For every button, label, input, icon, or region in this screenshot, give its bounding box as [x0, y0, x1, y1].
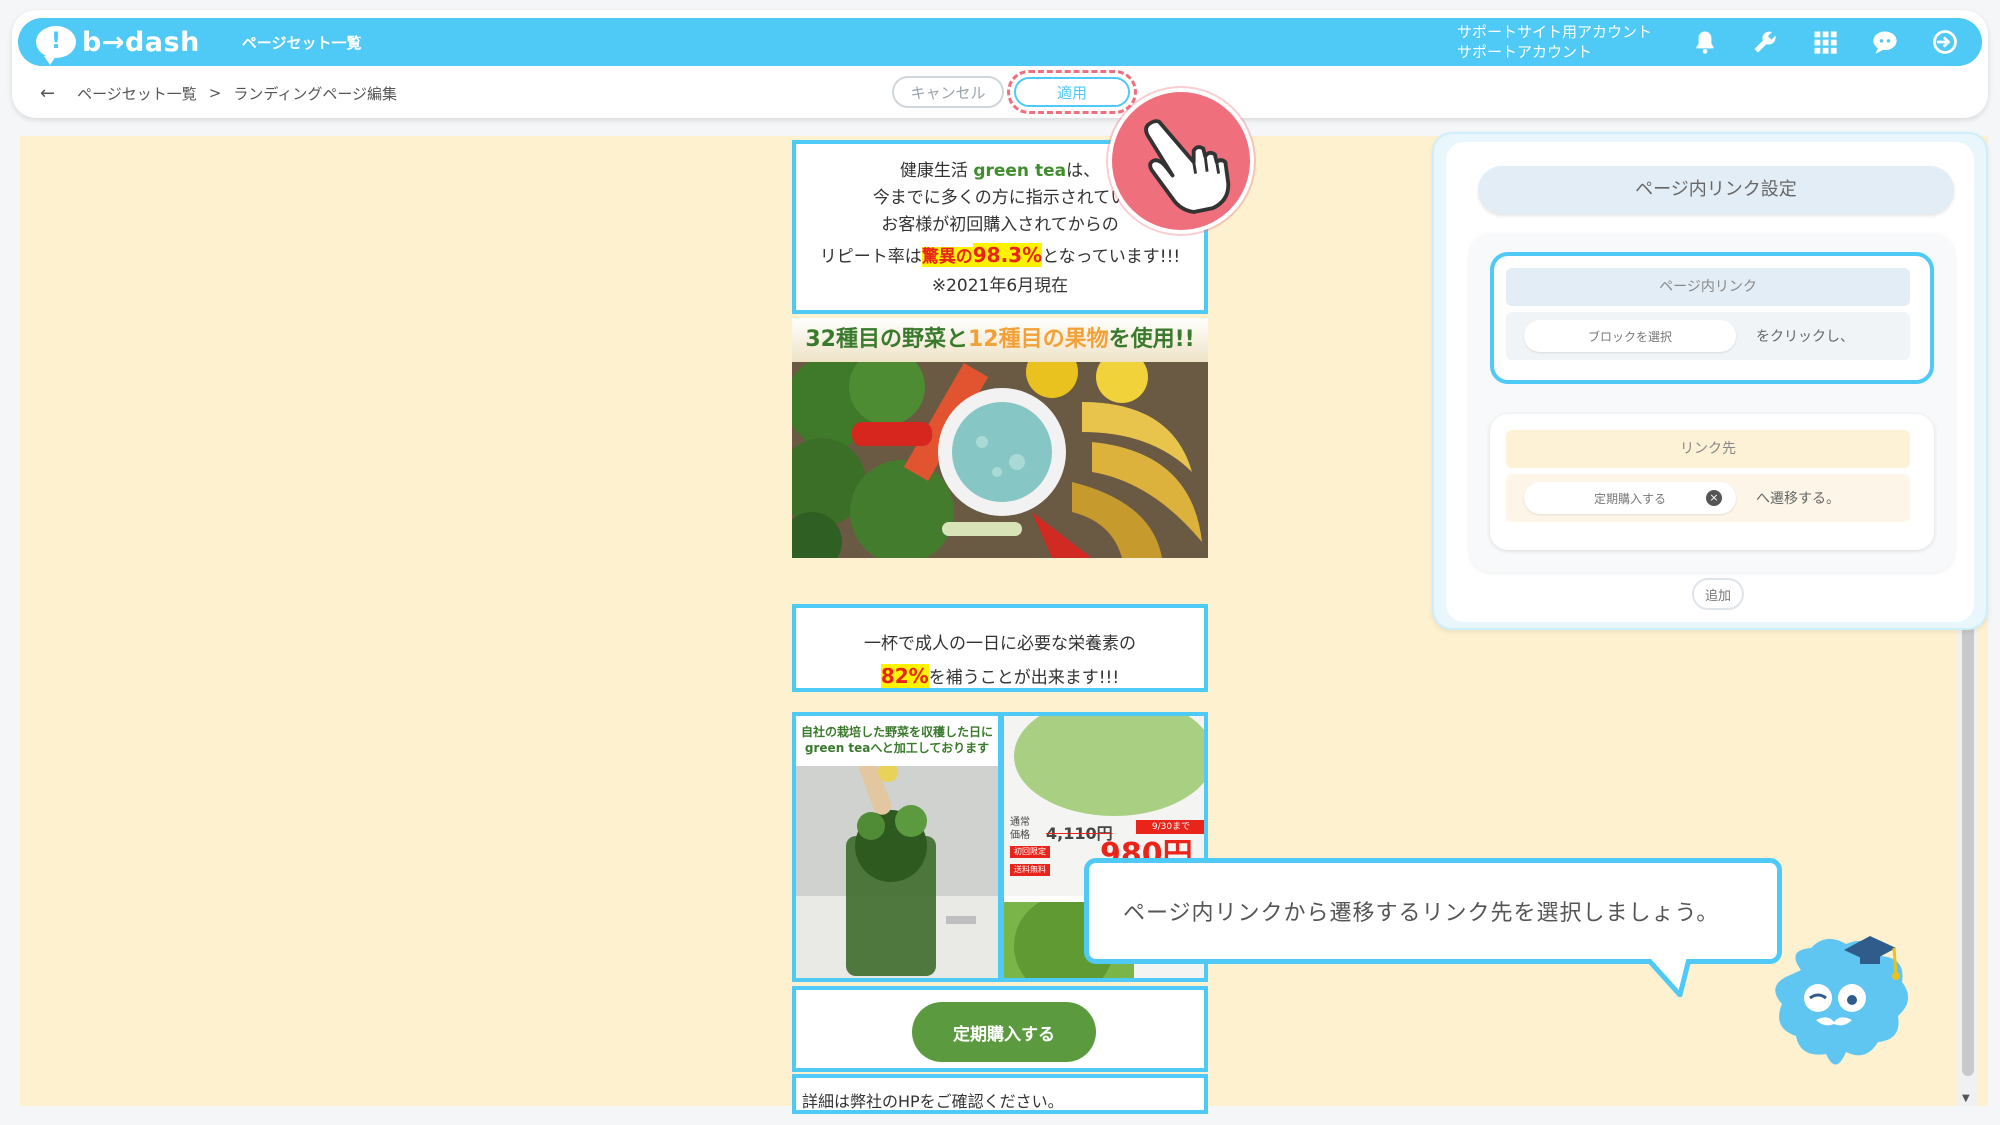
- price-label: 通常 価格: [1010, 816, 1030, 842]
- free-shipping-tag: 送料無料: [1010, 864, 1050, 876]
- select-block-label: ブロックを選択: [1587, 329, 1672, 344]
- photo-title: 32種目の野菜と12種目の果物を使用!!: [792, 318, 1208, 362]
- guide-tooltip: ページ内リンクから遷移するリンク先を選択しましょう。: [1084, 858, 1782, 964]
- wrench-icon[interactable]: [1742, 22, 1788, 62]
- logo-mark: !: [50, 29, 62, 54]
- photo-title-a: 32種目の野菜: [805, 327, 946, 352]
- intro-line-5: ※2021年6月現在: [931, 276, 1069, 296]
- back-arrow-icon[interactable]: ←: [40, 83, 55, 104]
- intro-line-1-post: は、: [1066, 161, 1101, 181]
- destination-select[interactable]: 定期購入する ×: [1524, 482, 1736, 514]
- logout-icon[interactable]: [1922, 22, 1968, 62]
- clear-icon[interactable]: ×: [1706, 490, 1722, 506]
- link-destination-heading: リンク先: [1506, 430, 1910, 468]
- intro-line-4-pre: リピート率は: [819, 247, 922, 267]
- breadcrumb-separator: >: [208, 84, 222, 102]
- header-bar: ! b→dash ページセット一覧 サポートサイト用アカウント サポートアカウン…: [18, 18, 1982, 66]
- price-label-1: 通常: [1010, 817, 1030, 828]
- link-destination-card[interactable]: リンク先 定期購入する × へ遷移する。: [1490, 414, 1934, 550]
- account-name: サポートアカウント: [1456, 43, 1592, 61]
- nutrition-line-2-post: を補うことが出来ます!!!: [928, 668, 1120, 688]
- photo-title-c: 12種目の果物: [967, 327, 1109, 352]
- breadcrumb: ← ページセット一覧 > ランディングページ編集: [40, 80, 397, 106]
- breadcrumb-lp-edit: ランディングページ編集: [233, 84, 398, 103]
- intro-line-4: リピート率は驚異の98.3%となっています!!!: [796, 239, 1204, 273]
- intro-highlight-rate: 98.3%: [972, 243, 1043, 267]
- account-info[interactable]: サポートサイト用アカウント サポートアカウント: [1457, 22, 1652, 62]
- first-time-tag: 初回限定: [1010, 846, 1050, 858]
- nutrition-line-1: 一杯で成人の一日に必要な栄養素の: [864, 634, 1136, 654]
- tooltip-tail: [1640, 955, 1698, 997]
- farm-caption-line-2: green teaへと加工しております: [804, 741, 990, 755]
- in-page-link-row: ブロックを選択 をクリックし、: [1506, 312, 1910, 360]
- in-page-link-suffix: をクリックし、: [1756, 329, 1854, 345]
- vegetables-photo: [792, 362, 1208, 558]
- nutrition-line-2: 82%を補うことが出来ます!!!: [796, 660, 1204, 694]
- panel-inner: ページ内リンク設定 ページ内リンク ブロックを選択 をクリックし、 リンク先 定…: [1446, 142, 1974, 622]
- scroll-down-icon[interactable]: ▼: [1962, 1093, 1970, 1104]
- add-button[interactable]: 追加: [1692, 578, 1744, 610]
- photo-title-b: と: [945, 327, 968, 352]
- farm-caption: 自社の栽培した野菜を収穫した日に green teaへと加工しております: [796, 716, 998, 766]
- lp-tile-farm[interactable]: 自社の栽培した野菜を収穫した日に green teaへと加工しております: [792, 712, 1002, 982]
- subscribe-button[interactable]: 定期購入する: [912, 1002, 1096, 1062]
- account-site: サポートサイト用アカウント: [1456, 23, 1652, 41]
- apply-highlight: 適用: [1007, 70, 1137, 114]
- chat-icon[interactable]: [1862, 22, 1908, 62]
- farm-caption-line-1: 自社の栽培した野菜を収穫した日に: [800, 725, 993, 739]
- intro-green-tea: green tea: [973, 161, 1067, 181]
- pointer-hand-icon: [1108, 88, 1254, 234]
- intro-line-1-pre: 健康生活: [899, 161, 974, 181]
- lp-block-nutrition[interactable]: 一杯で成人の一日に必要な栄養素の 82%を補うことが出来ます!!!: [792, 604, 1208, 692]
- link-destination-row: 定期購入する × へ遷移する。: [1506, 474, 1910, 522]
- photo-title-d: を使用!!: [1108, 327, 1195, 352]
- logo[interactable]: ! b→dash: [36, 26, 200, 65]
- lp-block-photo-vegetables[interactable]: 32種目の野菜と12種目の果物を使用!!: [792, 318, 1208, 558]
- intro-line-4-post: となっています!!!: [1042, 247, 1181, 267]
- in-page-link-panel: ページ内リンク設定 ページ内リンク ブロックを選択 をクリックし、 リンク先 定…: [1432, 132, 1988, 630]
- nav-page-set-list[interactable]: ページセット一覧: [242, 32, 362, 53]
- footer-text: 詳細は弊社のHPをご確認ください。: [802, 1092, 1064, 1111]
- intro-highlight-1: 驚異の: [921, 247, 973, 267]
- select-block-button[interactable]: ブロックを選択: [1524, 320, 1736, 352]
- destination-label: 定期購入する: [1593, 491, 1666, 506]
- logo-bubble-icon: !: [36, 26, 76, 65]
- panel-title: ページ内リンク設定: [1478, 166, 1954, 214]
- panel-section: ページ内リンク ブロックを選択 をクリックし、 リンク先 定期購入する × へ遷…: [1470, 234, 1954, 572]
- bell-icon[interactable]: [1682, 22, 1728, 62]
- apply-button[interactable]: 適用: [1014, 77, 1130, 107]
- in-page-link-card[interactable]: ページ内リンク ブロックを選択 をクリックし、: [1490, 252, 1934, 384]
- logo-text: b→dash: [82, 26, 200, 58]
- lp-block-footer[interactable]: 詳細は弊社のHPをご確認ください。: [792, 1074, 1208, 1114]
- price-label-2: 価格: [1010, 830, 1030, 841]
- limited-tag: 9/30まで: [1136, 820, 1204, 834]
- link-destination-suffix: へ遷移する。: [1756, 491, 1840, 507]
- guide-tooltip-text: ページ内リンクから遷移するリンク先を選択しましょう。: [1123, 901, 1720, 926]
- breadcrumb-page-set-list[interactable]: ページセット一覧: [77, 83, 197, 104]
- in-page-link-heading: ページ内リンク: [1506, 268, 1910, 306]
- nutrition-highlight: 82%: [880, 664, 929, 688]
- mascot-icon: [1775, 936, 1909, 1065]
- cancel-button[interactable]: キャンセル: [892, 76, 1004, 108]
- grid-icon[interactable]: [1802, 22, 1848, 62]
- lp-block-buy[interactable]: 定期購入する: [792, 986, 1208, 1072]
